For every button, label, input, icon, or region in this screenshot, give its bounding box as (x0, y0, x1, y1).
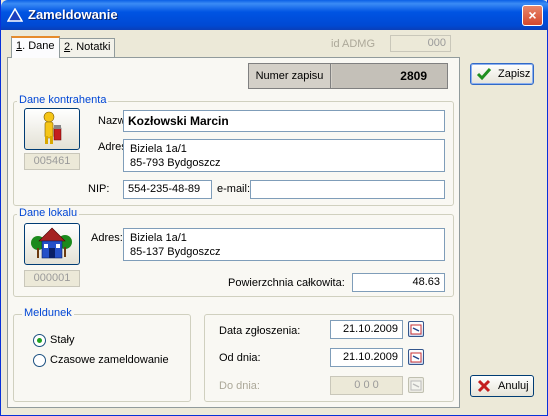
record-number-box: Numer zapisu 2809 (248, 63, 448, 89)
radio-temporary-label[interactable]: Czasowe zameldowanie (50, 354, 169, 366)
email-field[interactable] (250, 180, 445, 199)
save-button-label: Zapisz (498, 68, 531, 80)
filed-date-calendar-button[interactable] (408, 321, 424, 337)
select-premises-button[interactable] (24, 223, 80, 265)
filed-date-label: Data zgłoszenia: (219, 325, 301, 337)
tab-notatki[interactable]: 2. Notatki (59, 38, 116, 57)
from-date-field[interactable]: 21.10.2009 (330, 348, 403, 367)
house-icon (31, 227, 72, 259)
area-label: Powierzchnia całkowita: (228, 277, 345, 289)
tab-notatki-label: . Notatki (70, 41, 111, 53)
window-title: Zameldowanie (28, 7, 118, 22)
id-admg-label: id ADMG (331, 38, 376, 50)
record-number-value: 2809 (332, 64, 447, 88)
title-bar[interactable]: Zameldowanie × (1, 0, 548, 30)
filed-date-field[interactable]: 21.10.2009 (330, 320, 403, 339)
calendar-icon (410, 380, 422, 391)
dialog-window: Zameldowanie × 1. Dane 2. Notatki id ADM… (0, 0, 548, 416)
contractor-address-line2: 85-793 Bydgoszcz (130, 157, 221, 169)
contractor-group-title: Dane kontrahenta (17, 94, 109, 106)
radio-permanent-dot (37, 338, 42, 343)
nip-label: NIP: (88, 183, 110, 195)
record-number-label: Numer zapisu (249, 64, 331, 88)
to-date-field: 0 0 0 (330, 376, 403, 395)
tab-panel-dane: Numer zapisu 2809 Dane kontrahenta 00546… (7, 57, 460, 408)
contractor-id-field: 005461 (24, 153, 80, 170)
cancel-button-label: Anuluj (498, 380, 529, 392)
contractor-address-line1: Biziela 1a/1 (130, 143, 187, 155)
to-date-calendar-button (408, 377, 424, 393)
close-button[interactable]: × (522, 5, 543, 26)
checkmark-icon (476, 68, 492, 81)
nip-field[interactable]: 554-235-48-89 (123, 180, 212, 199)
from-date-label: Od dnia: (219, 352, 261, 364)
cross-icon (477, 379, 491, 393)
premises-address-line1: Biziela 1a/1 (130, 232, 187, 244)
id-admg-field: 000 (390, 35, 451, 52)
contractor-name-field[interactable]: Kozłowski Marcin (123, 110, 445, 132)
premises-id-field: 000001 (24, 270, 80, 287)
calendar-icon (410, 324, 422, 335)
tab-dane[interactable]: 1. Dane (11, 36, 60, 58)
calendar-icon (410, 352, 422, 363)
premises-address-field[interactable]: Biziela 1a/1 85-137 Bydgoszcz (123, 228, 445, 261)
radio-temporary[interactable] (33, 354, 46, 367)
person-icon (43, 111, 62, 144)
premises-group-title: Dane lokalu (17, 207, 80, 219)
select-contractor-button[interactable] (24, 108, 80, 150)
cancel-button[interactable]: Anuluj (470, 375, 534, 397)
app-triangle-icon (7, 8, 23, 22)
tab-dane-label: . Dane (22, 40, 55, 52)
contractor-address-field[interactable]: Biziela 1a/1 85-793 Bydgoszcz (123, 139, 445, 172)
registration-group-title: Meldunek (22, 307, 74, 319)
radio-permanent-label[interactable]: Stały (50, 334, 74, 346)
to-date-label: Do dnia: (219, 380, 260, 392)
save-button[interactable]: Zapisz (470, 63, 534, 85)
radio-permanent[interactable] (33, 334, 46, 347)
from-date-calendar-button[interactable] (408, 349, 424, 365)
premises-address-line2: 85-137 Bydgoszcz (130, 246, 221, 258)
premises-address-label: Adres: (91, 232, 123, 244)
area-field[interactable]: 48.63 (352, 273, 445, 292)
email-label: e-mail: (217, 183, 251, 195)
